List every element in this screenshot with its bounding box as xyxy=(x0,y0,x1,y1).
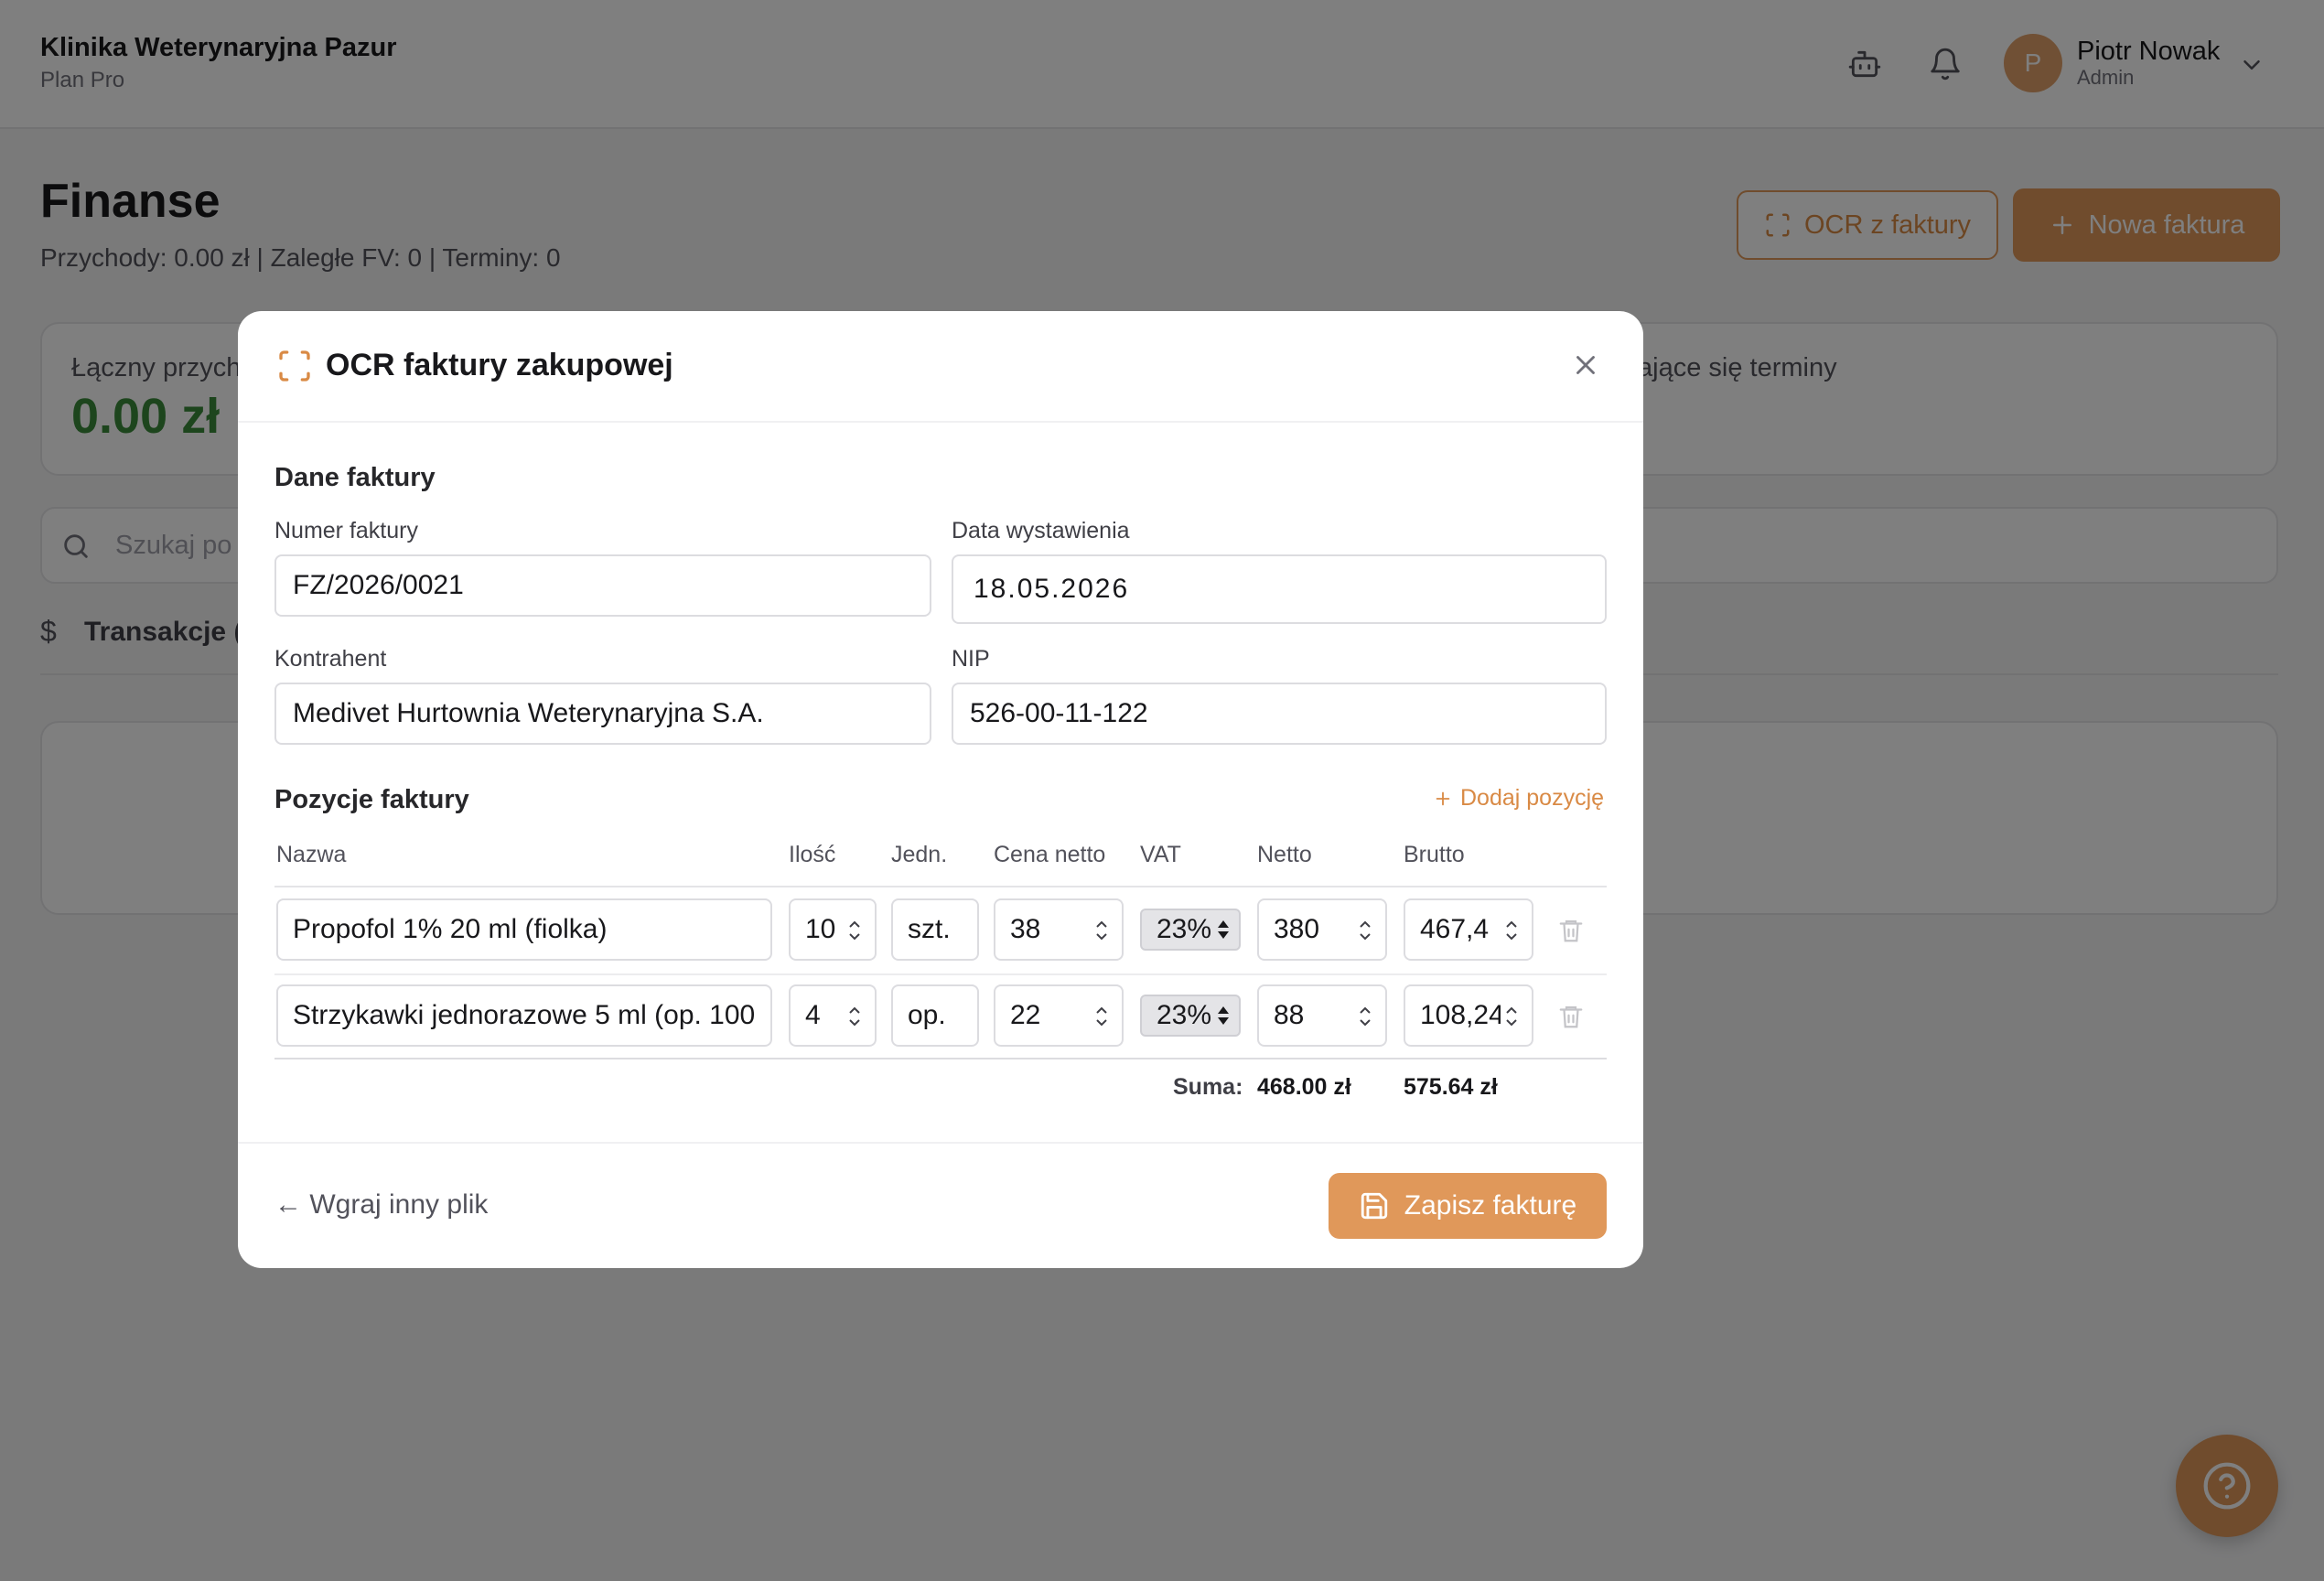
item-net-price-field[interactable]: 22 xyxy=(994,984,1124,1047)
item-qty-value: 4 xyxy=(805,1000,821,1030)
item-vat-value: 23% xyxy=(1157,914,1212,944)
item-net-field[interactable]: 88 xyxy=(1257,984,1387,1047)
trash-icon[interactable] xyxy=(1557,1001,1585,1032)
invoice-number-field[interactable]: FZ/2026/0021 xyxy=(274,554,931,617)
save-invoice-button[interactable]: Zapisz fakturę xyxy=(1329,1173,1607,1239)
sum-gross: 575.64 zł xyxy=(1404,1074,1498,1100)
save-invoice-label: Zapisz fakturę xyxy=(1404,1190,1577,1221)
item-net-price-value: 38 xyxy=(1010,914,1041,944)
item-net-price-value: 22 xyxy=(1010,1000,1041,1030)
item-vat-value: 23% xyxy=(1157,1000,1212,1030)
contractor-field[interactable]: Medivet Hurtownia Weterynaryjna S.A. xyxy=(274,683,931,745)
item-net-price-field[interactable]: 38 xyxy=(994,898,1124,961)
add-item-button[interactable]: Dodaj pozycję xyxy=(1433,785,1604,812)
stepper-icon[interactable] xyxy=(1092,917,1111,944)
item-gross-value: 108,24 xyxy=(1420,1000,1501,1030)
contractor-label: Kontrahent xyxy=(274,646,387,672)
sum-label: Suma: xyxy=(1173,1074,1243,1100)
item-vat-select[interactable]: 23% xyxy=(1140,909,1241,951)
sum-net: 468.00 zł xyxy=(1257,1074,1351,1100)
item-gross-field[interactable]: 108,24 xyxy=(1404,984,1533,1047)
col-header-qty: Ilość xyxy=(789,842,836,867)
col-header-unit: Jedn. xyxy=(891,842,948,867)
save-icon xyxy=(1361,1192,1387,1220)
divider xyxy=(274,973,1607,975)
item-name-field[interactable]: Propofol 1% 20 ml (fiolka) xyxy=(276,898,772,961)
nip-label: NIP xyxy=(952,646,990,672)
invoice-number-label: Numer faktury xyxy=(274,518,418,543)
item-gross-field[interactable]: 467,4 xyxy=(1404,898,1533,961)
stepper-icon[interactable] xyxy=(1092,1003,1111,1030)
issue-date-label: Data wystawienia xyxy=(952,518,1130,543)
trash-icon[interactable] xyxy=(1557,915,1585,946)
divider xyxy=(238,421,1643,423)
stepper-icon[interactable] xyxy=(845,917,864,944)
item-qty-value: 10 xyxy=(805,914,836,944)
stepper-icon[interactable] xyxy=(1356,917,1374,944)
item-name-field[interactable]: Strzykawki jednorazowe 5 ml (op. 100 xyxy=(276,984,772,1047)
item-gross-value: 467,4 xyxy=(1420,914,1490,944)
stepper-icon[interactable] xyxy=(845,1003,864,1030)
col-header-gross: Brutto xyxy=(1404,842,1465,867)
stepper-icon[interactable] xyxy=(1502,1003,1521,1030)
item-net-field[interactable]: 380 xyxy=(1257,898,1387,961)
modal-title: OCR faktury zakupowej xyxy=(326,348,673,382)
item-net-value: 88 xyxy=(1274,1000,1305,1030)
select-arrows-icon xyxy=(1218,920,1229,939)
col-header-net-price: Cena netto xyxy=(994,842,1106,867)
item-unit-field[interactable]: op. xyxy=(891,984,979,1047)
divider xyxy=(274,1058,1607,1059)
select-arrows-icon xyxy=(1218,1006,1229,1025)
close-icon[interactable] xyxy=(1565,344,1607,386)
plus-icon xyxy=(1436,791,1450,805)
stepper-icon[interactable] xyxy=(1502,917,1521,944)
divider xyxy=(238,1142,1643,1144)
issue-date-field[interactable]: 18.05.2026 xyxy=(952,554,1607,624)
item-vat-select[interactable]: 23% xyxy=(1140,995,1241,1037)
stepper-icon[interactable] xyxy=(1356,1003,1374,1030)
ocr-modal: OCR faktury zakupowej Dane faktury Numer… xyxy=(238,311,1643,1268)
item-unit-field[interactable]: szt. xyxy=(891,898,979,961)
upload-another-link[interactable]: ← Wgraj inny plik xyxy=(274,1189,488,1221)
divider xyxy=(274,886,1607,887)
item-qty-field[interactable]: 10 xyxy=(789,898,877,961)
add-item-label: Dodaj pozycję xyxy=(1460,785,1605,811)
item-net-value: 380 xyxy=(1274,914,1320,944)
section-invoice-data: Dane faktury xyxy=(274,463,436,492)
nip-field[interactable]: 526-00-11-122 xyxy=(952,683,1607,745)
col-header-name: Nazwa xyxy=(276,842,347,867)
section-invoice-items: Pozycje faktury xyxy=(274,785,469,814)
item-qty-field[interactable]: 4 xyxy=(789,984,877,1047)
col-header-vat: VAT xyxy=(1140,842,1181,867)
scan-icon xyxy=(276,348,313,384)
col-header-net: Netto xyxy=(1257,842,1312,867)
